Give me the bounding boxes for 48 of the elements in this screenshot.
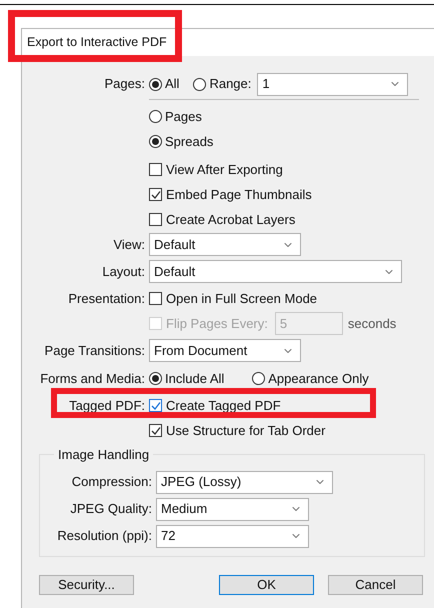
field-label: Tagged PDF: bbox=[69, 396, 145, 415]
checkbox-label: View After Exporting bbox=[166, 160, 283, 179]
radio-label: Include All bbox=[165, 370, 224, 388]
image-dropdown[interactable]: 72 bbox=[156, 524, 309, 548]
range-dropdown[interactable]: 1 bbox=[257, 72, 408, 96]
checkbox-label: Use Structure for Tab Order bbox=[166, 422, 326, 440]
image-dropdown[interactable]: Medium bbox=[156, 498, 309, 520]
checkbox-label: Open in Full Screen Mode bbox=[166, 290, 318, 308]
radio-button[interactable] bbox=[193, 78, 206, 90]
window-title: Export to Interactive PDF bbox=[27, 34, 167, 52]
checkbox[interactable] bbox=[149, 399, 162, 412]
checkbox[interactable] bbox=[149, 424, 162, 437]
radio-label: Pages bbox=[165, 108, 202, 126]
checkbox-label: Flip Pages Every: bbox=[166, 314, 268, 333]
radio-label: Spreads bbox=[165, 132, 214, 151]
unit-label: seconds bbox=[348, 314, 396, 333]
field-label: Compression: bbox=[72, 473, 152, 492]
field-label: JPEG Quality: bbox=[70, 500, 152, 518]
radio-button[interactable] bbox=[149, 135, 162, 148]
checkbox[interactable] bbox=[149, 163, 162, 176]
checkbox[interactable] bbox=[149, 188, 162, 201]
layout-dropdown[interactable]: Default bbox=[149, 260, 402, 283]
radio-label: Appearance Only bbox=[268, 370, 369, 388]
checkbox-label: Embed Page Thumbnails bbox=[166, 186, 312, 204]
field-label: Forms and Media: bbox=[40, 370, 145, 388]
radio-button[interactable] bbox=[149, 78, 162, 90]
group-title: Image Handling bbox=[57, 446, 150, 464]
image-dropdown[interactable]: JPEG (Lossy) bbox=[156, 470, 333, 494]
checkbox-label: Create Tagged PDF bbox=[166, 396, 281, 415]
dialog-button[interactable]: OK bbox=[219, 575, 314, 595]
dialog-button[interactable]: Security... bbox=[39, 575, 134, 595]
dialog-button[interactable]: Cancel bbox=[328, 575, 423, 595]
view-dropdown[interactable]: Default bbox=[149, 233, 301, 256]
radio-label: Range: bbox=[209, 75, 252, 94]
radio-button[interactable] bbox=[252, 372, 266, 385]
radio-label: All bbox=[165, 75, 180, 94]
field-label: Pages: bbox=[104, 75, 145, 94]
radio-button[interactable] bbox=[149, 110, 162, 123]
field-label: Resolution (ppi): bbox=[57, 527, 152, 546]
radio-button[interactable] bbox=[149, 372, 162, 385]
transitions-dropdown[interactable]: From Document bbox=[149, 339, 301, 362]
checkbox-label: Create Acrobat Layers bbox=[166, 210, 296, 229]
field-label: Layout: bbox=[102, 262, 145, 281]
checkbox[interactable] bbox=[149, 292, 162, 305]
checkbox[interactable] bbox=[149, 213, 162, 226]
field-label: View: bbox=[113, 236, 145, 254]
field-label: Presentation: bbox=[68, 290, 145, 308]
field-label: Page Transitions: bbox=[44, 342, 145, 360]
